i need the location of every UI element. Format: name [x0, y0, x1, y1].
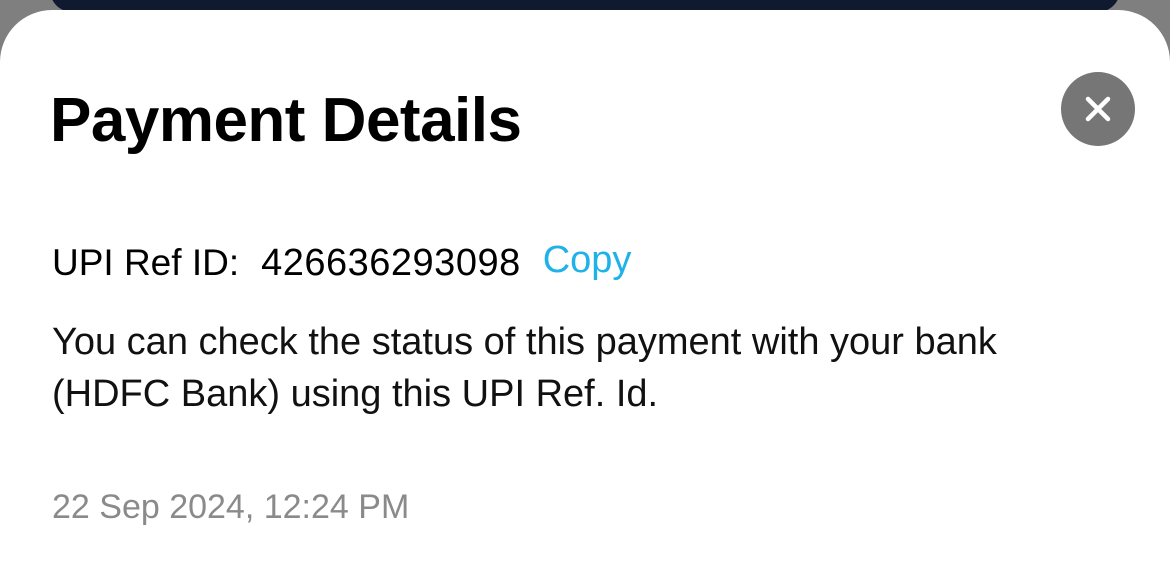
- close-button[interactable]: [1061, 72, 1135, 146]
- payment-status-info: You can check the status of this payment…: [52, 321, 997, 415]
- payment-timestamp: 22 Sep 2024, 12:24 PM: [52, 488, 410, 526]
- close-icon: [1084, 95, 1112, 123]
- sheet-title: Payment Details: [50, 86, 522, 155]
- copy-button[interactable]: Copy: [543, 239, 632, 282]
- upi-ref-row: UPI Ref ID: 426636293098 Copy: [52, 238, 631, 288]
- upi-ref-value: 426636293098: [261, 241, 521, 284]
- upi-ref-label: UPI Ref ID:: [52, 242, 240, 283]
